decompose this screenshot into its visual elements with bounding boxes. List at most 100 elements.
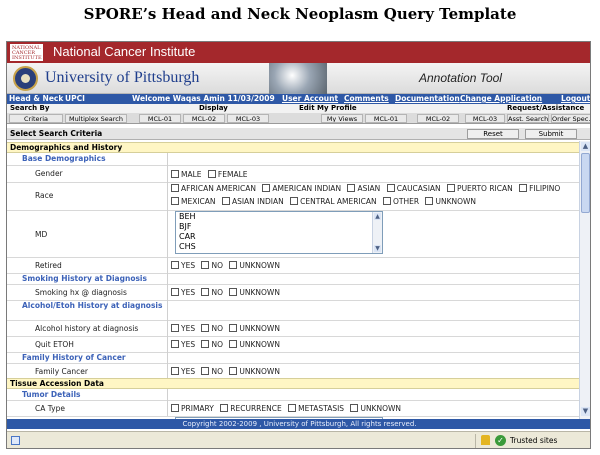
family-cancer-row: Family Cancer YES NO UNKNOWN xyxy=(7,363,579,378)
smoking-yes-checkbox[interactable] xyxy=(171,288,179,296)
criteria-bar: Select Search Criteria Reset Submit xyxy=(7,128,590,140)
ca-type-primary-checkbox[interactable] xyxy=(171,404,179,412)
profile-mcl01-tab[interactable]: MCL-01 xyxy=(365,114,407,123)
documentation-link[interactable]: Documentation xyxy=(395,94,460,104)
option-label: NO xyxy=(211,261,223,270)
ca-type-unknown-checkbox[interactable] xyxy=(350,404,359,412)
md-listbox-scrollbar[interactable]: ▲ ▼ xyxy=(372,212,382,253)
submit-button[interactable]: Submit xyxy=(525,129,577,139)
profile-mcl02-tab[interactable]: MCL-02 xyxy=(417,114,459,123)
lock-icon xyxy=(481,435,490,445)
reset-button[interactable]: Reset xyxy=(467,129,519,139)
subsection-label: Tumor Details xyxy=(22,390,81,399)
user-account-link[interactable]: User Account xyxy=(282,94,338,104)
option-label: UNKNOWN xyxy=(239,340,280,349)
race-option-label: UNKNOWN xyxy=(435,197,477,206)
md-option[interactable]: BEH xyxy=(179,212,382,222)
copyright-footer: Copyright 2002-2009 , University of Pitt… xyxy=(7,419,590,429)
race-filipino-checkbox[interactable] xyxy=(519,184,528,192)
welcome-text: Welcome Waqas Amin 11/03/2009 xyxy=(132,94,275,103)
scroll-up-icon[interactable]: ▲ xyxy=(581,142,590,151)
option-label: UNKNOWN xyxy=(239,261,280,270)
retired-no-checkbox[interactable] xyxy=(201,261,210,269)
display-mcl01-tab[interactable]: MCL-01 xyxy=(139,114,181,123)
family-cancer-no-checkbox[interactable] xyxy=(201,367,210,375)
change-application-link[interactable]: Change Application xyxy=(460,94,542,104)
retired-row: Retired YES NO UNKNOWN xyxy=(7,257,579,273)
ca-type-metastasis-checkbox[interactable] xyxy=(288,404,297,412)
gender-female-label: FEMALE xyxy=(217,170,248,179)
subsection-label: Base Demographics xyxy=(22,154,106,163)
subsection-family-history: Family History of Cancer xyxy=(7,352,579,363)
scrollbar-thumb[interactable] xyxy=(581,153,590,213)
multiplex-search-tab[interactable]: Multiplex Search xyxy=(65,114,127,123)
race-option-label: AFRICAN AMERICAN xyxy=(181,184,256,193)
comments-link[interactable]: Comments xyxy=(344,94,389,104)
scroll-down-icon[interactable]: ▼ xyxy=(581,407,590,416)
org-name: UPCI xyxy=(65,94,85,103)
race-option-label: AMERICAN INDIAN xyxy=(272,184,342,193)
logout-link[interactable]: Logout xyxy=(561,94,590,104)
smoking-unknown-checkbox[interactable] xyxy=(229,288,238,296)
smoking-row: Smoking hx @ diagnosis YES NO UNKNOWN xyxy=(7,284,579,300)
quit-etoh-row: Quit ETOH YES NO UNKNOWN xyxy=(7,336,579,352)
quit-etoh-no-checkbox[interactable] xyxy=(201,340,210,348)
race-unknown-checkbox[interactable] xyxy=(425,197,434,205)
family-cancer-yes-checkbox[interactable] xyxy=(171,367,179,375)
race-central-american-checkbox[interactable] xyxy=(290,197,299,205)
quit-etoh-unknown-checkbox[interactable] xyxy=(229,340,238,348)
subsection-label: Family History of Cancer xyxy=(22,353,126,362)
criteria-tab[interactable]: Criteria xyxy=(9,114,63,123)
option-label: PRIMARY xyxy=(181,404,214,413)
ca-type-recurrence-checkbox[interactable] xyxy=(220,404,229,412)
race-asian-indian-checkbox[interactable] xyxy=(221,197,230,205)
option-label: METASTASIS xyxy=(298,404,345,413)
gender-female-checkbox[interactable] xyxy=(207,170,216,178)
race-caucasian-checkbox[interactable] xyxy=(386,184,395,192)
race-puerto-rican-checkbox[interactable] xyxy=(447,184,456,192)
retired-yes-checkbox[interactable] xyxy=(171,261,179,269)
option-label: YES xyxy=(181,367,196,376)
order-specimen-tab[interactable]: Order Spec. xyxy=(551,114,590,123)
family-cancer-unknown-checkbox[interactable] xyxy=(229,367,238,375)
race-american-indian-checkbox[interactable] xyxy=(262,184,271,192)
my-views-tab[interactable]: My Views xyxy=(321,114,363,123)
criteria-form: Demographics and History Base Demographi… xyxy=(7,141,579,419)
section-demographics: Demographics and History xyxy=(7,142,579,153)
scroll-up-icon[interactable]: ▲ xyxy=(374,213,381,220)
smoking-no-checkbox[interactable] xyxy=(201,288,210,296)
page-scrollbar[interactable]: ▲ ▼ xyxy=(579,141,590,419)
search-by-heading: Search By xyxy=(10,104,50,112)
option-label: YES xyxy=(181,261,196,270)
race-mexican-checkbox[interactable] xyxy=(171,197,179,205)
profile-mcl03-tab[interactable]: MCL-03 xyxy=(465,114,505,123)
md-option[interactable]: BJF xyxy=(179,222,382,232)
race-asian-checkbox[interactable] xyxy=(347,184,356,192)
request-heading: Request/Assistance xyxy=(507,104,585,112)
md-listbox[interactable]: BEH BJF CAR CHS ▲ ▼ xyxy=(175,211,383,254)
gender-row: Gender MALE FEMALE xyxy=(7,165,579,182)
display-mcl03-tab[interactable]: MCL-03 xyxy=(227,114,269,123)
md-label: MD xyxy=(35,230,48,239)
smoking-label: Smoking hx @ diagnosis xyxy=(35,288,127,297)
option-label: NO xyxy=(211,367,223,376)
assisted-search-tab[interactable]: Asst. Search xyxy=(507,114,549,123)
md-option[interactable]: CAR xyxy=(179,232,382,242)
scroll-down-icon[interactable]: ▼ xyxy=(374,245,381,252)
edit-profile-heading: Edit My Profile xyxy=(299,104,357,112)
alcohol-no-checkbox[interactable] xyxy=(201,324,210,332)
display-mcl02-tab[interactable]: MCL-02 xyxy=(183,114,225,123)
alcohol-yes-checkbox[interactable] xyxy=(171,324,179,332)
retired-unknown-checkbox[interactable] xyxy=(229,261,238,269)
quit-etoh-label: Quit ETOH xyxy=(35,340,74,349)
quit-etoh-yes-checkbox[interactable] xyxy=(171,340,179,348)
race-other-checkbox[interactable] xyxy=(383,197,392,205)
option-label: YES xyxy=(181,340,196,349)
race-african-american-checkbox[interactable] xyxy=(171,184,179,192)
alcohol-unknown-checkbox[interactable] xyxy=(229,324,238,332)
gender-male-checkbox[interactable] xyxy=(171,170,179,178)
subsection-tumor-details: Tumor Details xyxy=(7,389,579,400)
race-option-label: CAUCASIAN xyxy=(396,184,441,193)
family-cancer-label: Family Cancer xyxy=(35,367,88,376)
md-option[interactable]: CHS xyxy=(179,242,382,252)
